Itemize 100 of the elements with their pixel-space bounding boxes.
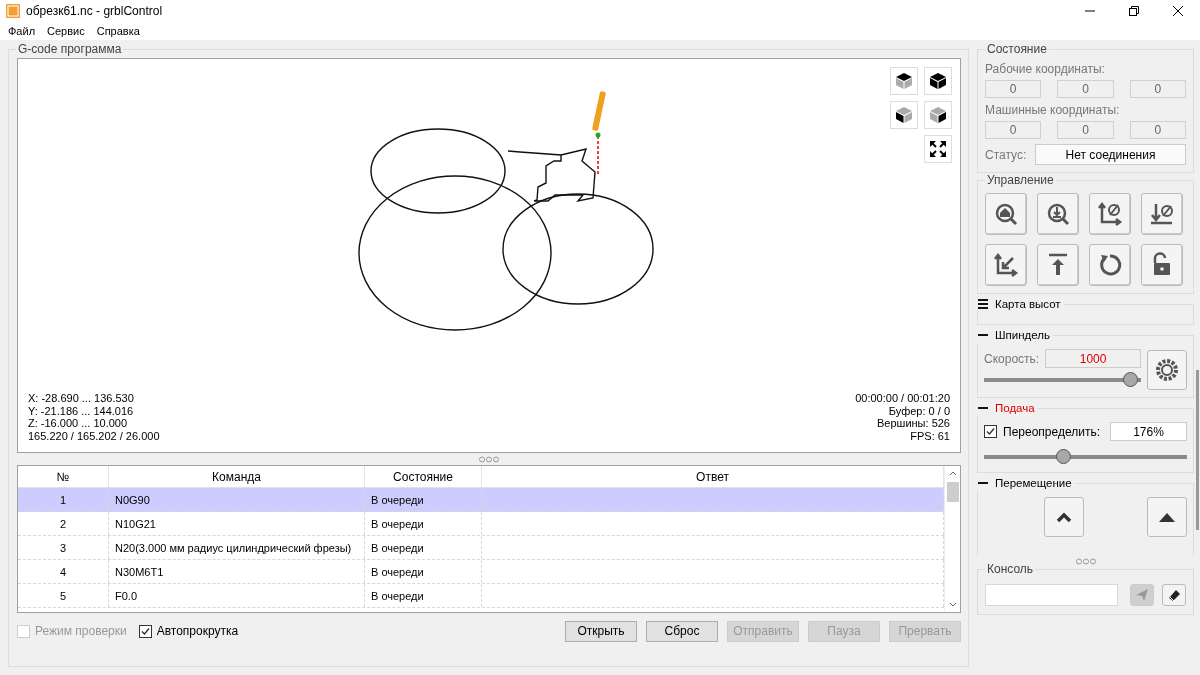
table-row[interactable]: 3 N20(3.000 мм радиус цилиндрический фрезы) В очереди (18, 536, 944, 560)
restore-origin-button[interactable] (985, 244, 1027, 286)
eraser-icon (1167, 588, 1181, 602)
info-text: Буфер: 0 / 0 (887, 404, 950, 417)
table-cell: В очереди (365, 560, 482, 583)
coordinate-field: 0 (1129, 80, 1186, 98)
field-label: Статус: (985, 147, 1028, 162)
table-cell: N0G90 (109, 488, 365, 511)
app-icon (6, 4, 20, 18)
group-title: Шпиндель (995, 329, 1050, 341)
field-label: Машинные координаты: (985, 103, 1121, 117)
table-row[interactable]: 4 N30M6T1 В очереди (18, 560, 944, 584)
gear-icon (1155, 358, 1179, 382)
view-button[interactable] (890, 67, 918, 95)
restore-icon[interactable] (1129, 6, 1139, 16)
zero-z-button[interactable] (1141, 193, 1183, 235)
view-button[interactable] (924, 67, 952, 95)
toolbar-button[interactable]: Открыть (565, 620, 637, 642)
jog-button[interactable] (1147, 497, 1187, 537)
coordinate-field: 0 (1129, 121, 1186, 139)
checkbox[interactable] (984, 425, 997, 438)
slider-thumb[interactable] (1122, 372, 1138, 387)
circular-arrow-icon (1097, 252, 1123, 278)
override-field[interactable]: 176% (1109, 422, 1187, 441)
coordinate-field: 0 (985, 80, 1042, 98)
table-row[interactable]: 2 N10G21 В очереди (18, 512, 944, 536)
3d-viewport[interactable]: X: -28.690 ... 136.530 Y: -21.186 ... 144.016 Z: -16.000 ... 10.000 165.220 / 165.202 / 26.000 00:00:00 / 00:01:20 Буфер: 0 / 0 Вершины: 526 FPS: 61 (17, 58, 961, 453)
splitter-handle-icon[interactable] (478, 455, 500, 463)
table-cell: В очереди (365, 584, 482, 607)
view-button[interactable] (890, 101, 918, 129)
coordinate-field: 0 (1057, 121, 1114, 139)
checkbox[interactable] (138, 624, 152, 638)
menu-item[interactable]: Сервис (41, 25, 91, 37)
slider-thumb[interactable] (1055, 449, 1071, 464)
fit-view-button[interactable] (924, 135, 952, 163)
table-row[interactable]: 5 F0.0 В очереди (18, 584, 944, 608)
menu-item[interactable]: Справка (90, 25, 146, 37)
column-header[interactable]: Ответ (482, 466, 944, 487)
down-arrow-zero-icon (1149, 201, 1175, 227)
console-input[interactable] (985, 584, 1118, 606)
group-title: Карта высот (995, 298, 1061, 310)
column-header[interactable]: № (18, 466, 109, 487)
checkbox-label: Автопрокрутка (156, 624, 239, 638)
splitter-handle-icon[interactable] (1074, 557, 1097, 565)
safe-position-button[interactable] (1037, 244, 1079, 286)
probe-button[interactable] (1037, 193, 1079, 235)
field-label: Скорость: (984, 351, 1040, 366)
group-title: Подача (995, 402, 1035, 414)
checkbox-label: Переопределить: (1003, 424, 1100, 439)
axes-diagonal-arrow-icon (993, 252, 1019, 278)
table-cell: 2 (18, 512, 109, 535)
info-text: FPS: 61 (909, 429, 950, 442)
table-cell: В очереди (365, 536, 482, 559)
scrollbar[interactable] (944, 466, 960, 612)
close-icon[interactable] (1173, 6, 1183, 16)
menu-item[interactable]: Файл (2, 25, 42, 37)
speed-field[interactable]: 1000 (1045, 349, 1141, 368)
cube-icon (895, 72, 913, 90)
unlock-button[interactable] (1141, 244, 1183, 286)
window-title: обрезк61.nc - grblControl (26, 4, 163, 18)
clear-button[interactable] (1162, 584, 1186, 606)
table-cell: 4 (18, 560, 109, 583)
field-label: Рабочие координаты: (985, 62, 1106, 76)
magnifier-home-icon (993, 201, 1019, 227)
spindle-button[interactable] (1147, 350, 1187, 390)
info-text: Z: -16.000 ... 10.000 (28, 417, 129, 430)
table-cell: В очереди (365, 512, 482, 535)
info-text: Y: -21.186 ... 144.016 (28, 404, 135, 417)
table-row[interactable]: 1 N0G90 В очереди (18, 488, 944, 512)
reset-button[interactable] (1089, 244, 1131, 286)
table-cell: 1 (18, 488, 109, 511)
table-cell: N20(3.000 мм радиус цилиндрический фрезы) (109, 536, 365, 559)
jog-button[interactable] (1044, 497, 1084, 537)
group-title: G-code программа (16, 42, 124, 56)
magnifier-down-arrow-icon (1045, 201, 1071, 227)
table-cell: 3 (18, 536, 109, 559)
coordinate-field: 0 (985, 121, 1042, 139)
column-header[interactable]: Команда (109, 466, 365, 487)
group-title: Управление (985, 173, 1056, 187)
view-button[interactable] (924, 101, 952, 129)
info-text: 165.220 / 165.202 / 26.000 (28, 429, 160, 442)
scrollbar[interactable] (1196, 370, 1199, 530)
home-button[interactable] (985, 193, 1027, 235)
info-text: Вершины: 526 (876, 417, 950, 430)
table-cell: N10G21 (109, 512, 365, 535)
table-cell: F0.0 (109, 584, 365, 607)
group-title: Состояние (985, 42, 1049, 56)
status-field: Нет соединения (1035, 144, 1186, 165)
toolbar-button[interactable]: Сброс (646, 620, 718, 642)
column-header[interactable]: Состояние (365, 466, 482, 487)
cube-icon (929, 106, 947, 124)
zero-xy-button[interactable] (1089, 193, 1131, 235)
scroll-thumb[interactable] (946, 482, 959, 502)
checkbox-label: Режим проверки (35, 624, 127, 638)
group-title: Консоль (985, 562, 1036, 576)
triangle-up-icon (1158, 511, 1176, 523)
paper-plane-icon (1135, 588, 1149, 602)
cube-icon (895, 106, 913, 124)
expand-icon[interactable] (977, 298, 989, 310)
info-text: 00:00:00 / 00:01:20 (855, 392, 950, 405)
